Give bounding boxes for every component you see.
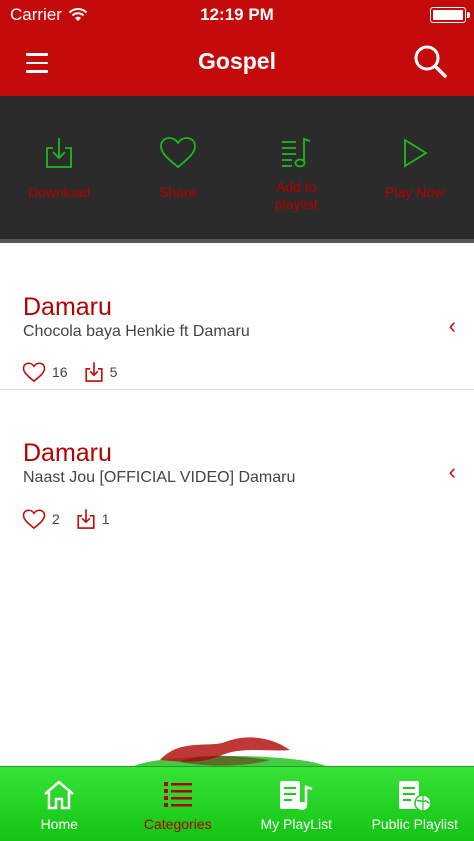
action-tray: Download Share Add to playlist Play Now (0, 96, 474, 243)
tab-categories-label: Categories (143, 816, 212, 832)
wifi-icon (68, 8, 88, 21)
download-label: Download (28, 184, 91, 200)
tab-my-playlist[interactable]: My PlayList (237, 767, 356, 841)
tab-bar: Home Categories My PlayList Public Playl… (0, 766, 474, 841)
tab-my-playlist-label: My PlayList (260, 816, 333, 832)
download-icon (46, 138, 73, 168)
download-icon (77, 509, 95, 529)
public-playlist-icon (398, 781, 432, 812)
like-count[interactable]: 2 (22, 508, 60, 530)
app-root: Carrier 12:19 PM Gospel Download Share A… (0, 0, 474, 841)
my-playlist-icon (280, 781, 313, 810)
song-stats: 16 5 (22, 361, 133, 383)
page-title: Gospel (198, 48, 276, 74)
list-item[interactable]: Damaru Chocola baya Henkie ft Damaru ‹ 1… (0, 243, 474, 390)
play-now-label: Play Now (385, 184, 445, 200)
play-now-button[interactable]: Play Now (356, 96, 474, 239)
like-count-value: 16 (52, 364, 68, 380)
tab-categories[interactable]: Categories (119, 767, 238, 841)
download-icon (85, 362, 103, 382)
tab-home-label: Home (40, 816, 78, 832)
heart-icon (22, 361, 46, 382)
carrier-indicator: Carrier (10, 5, 88, 25)
navigation-bar: Gospel (0, 30, 474, 96)
playlist-add-icon (282, 137, 311, 168)
carrier-label: Carrier (10, 5, 62, 24)
download-count-value: 5 (109, 364, 118, 380)
download-count-value: 1 (101, 511, 110, 527)
song-artist: Damaru (23, 293, 112, 321)
add-to-playlist-label: Add to playlist (274, 179, 318, 212)
song-stats: 2 1 (22, 508, 126, 530)
share-label: Share (159, 184, 197, 200)
song-title: Naast Jou [OFFICIAL VIDEO] Damaru (23, 469, 296, 486)
song-title: Chocola baya Henkie ft Damaru (23, 323, 250, 340)
add-to-playlist-button[interactable]: Add to playlist (237, 96, 356, 239)
song-list: Damaru Chocola baya Henkie ft Damaru ‹ 1… (0, 243, 474, 537)
heart-icon (159, 137, 196, 169)
search-icon[interactable] (410, 42, 450, 82)
hamburger-icon (26, 53, 48, 56)
download-count[interactable]: 5 (84, 361, 118, 383)
tab-home[interactable]: Home (0, 767, 119, 841)
play-icon (403, 138, 428, 168)
like-count[interactable]: 16 (22, 361, 68, 383)
list-item[interactable]: Damaru Naast Jou [OFFICIAL VIDEO] Damaru… (0, 390, 474, 537)
download-button[interactable]: Download (0, 96, 119, 239)
battery-icon (430, 7, 470, 23)
tab-public-playlist[interactable]: Public Playlist (356, 767, 474, 841)
download-count[interactable]: 1 (76, 508, 110, 530)
like-count-value: 2 (52, 511, 60, 527)
share-button[interactable]: Share (119, 96, 238, 239)
chevron-left-icon[interactable]: ‹ (449, 459, 456, 485)
heart-icon (22, 508, 46, 529)
status-bar: Carrier 12:19 PM (0, 0, 474, 30)
tab-public-playlist-label: Public Playlist (371, 816, 458, 832)
menu-button[interactable] (26, 48, 66, 78)
categories-icon (163, 782, 192, 807)
home-icon (44, 780, 75, 810)
song-artist: Damaru (23, 439, 112, 467)
chevron-left-icon[interactable]: ‹ (449, 313, 456, 339)
